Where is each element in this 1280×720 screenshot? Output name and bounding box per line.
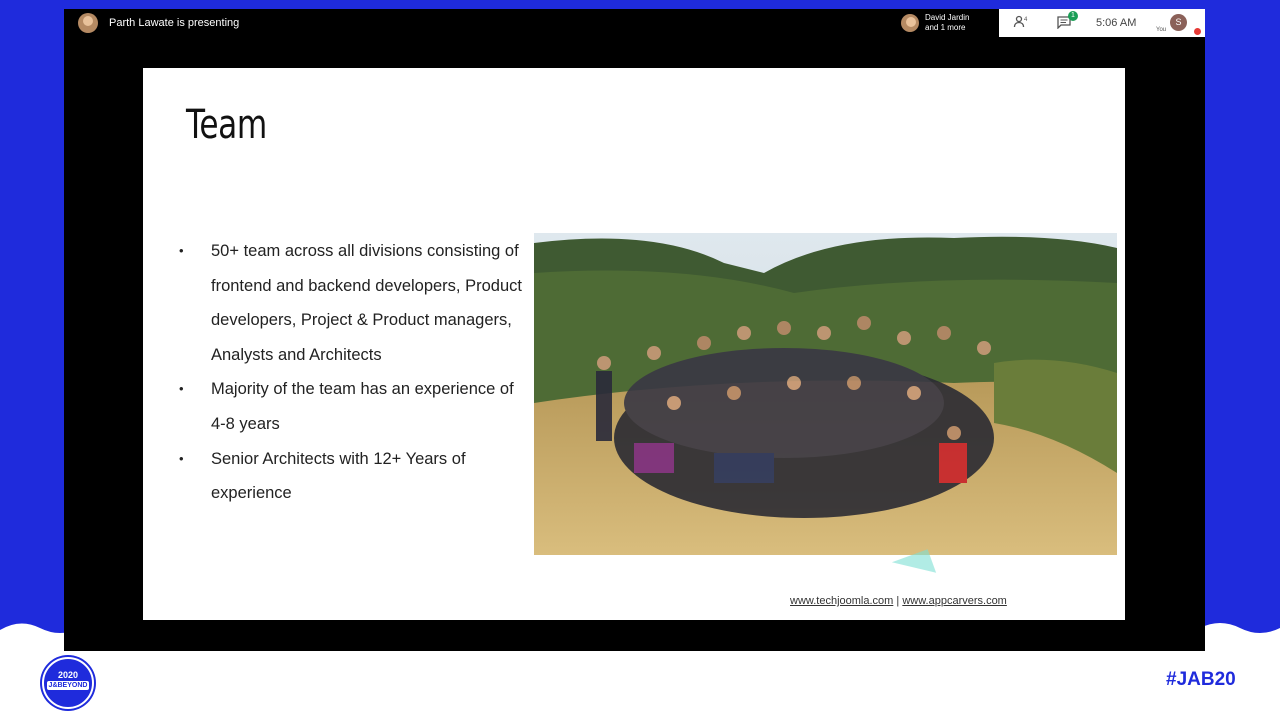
presenter-avatar — [78, 13, 98, 33]
bullet-list: 50+ team across all divisions consisting… — [179, 234, 527, 511]
user-label: You — [1156, 27, 1167, 33]
chat-badge: 1 — [1068, 11, 1078, 21]
techjoomla-link[interactable]: www.techjoomla.com — [790, 595, 893, 607]
chat-icon[interactable]: 1 — [1057, 11, 1078, 32]
presenter-indicator: Parth Lawate is presenting — [78, 13, 239, 33]
appcarvers-link[interactable]: www.appcarvers.com — [902, 595, 1007, 607]
bullet-item: Senior Architects with 12+ Years of expe… — [179, 442, 527, 511]
recording-dot-icon — [1194, 28, 1201, 35]
event-logo: 2020 J&BEYOND — [42, 657, 94, 709]
meeting-toolbar: 4 1 5:06 AM S You — [999, 9, 1205, 37]
logo-name: J&BEYOND — [47, 681, 89, 690]
participant-more: and 1 more — [925, 23, 966, 32]
people-icon[interactable]: 4 — [1013, 15, 1029, 32]
team-photo — [534, 233, 1117, 555]
meeting-window: Parth Lawate is presenting David Jardin … — [64, 9, 1205, 651]
slide-footer: www.techjoomla.com | www.appcarvers.com — [790, 595, 1007, 607]
slide-title: Team — [186, 102, 267, 148]
footer-separator: | — [893, 595, 903, 607]
bullet-item: Majority of the team has an experience o… — [179, 372, 527, 441]
presentation-slide: Team 50+ team across all divisions consi… — [143, 68, 1125, 620]
participant-avatar — [901, 14, 919, 32]
participants-count: 4 — [1024, 17, 1028, 23]
participant-tile[interactable]: David Jardin and 1 more — [901, 13, 969, 33]
participant-name: David Jardin — [925, 13, 970, 22]
bullet-item: 50+ team across all divisions consisting… — [179, 234, 527, 372]
event-hashtag: #JAB20 — [1166, 669, 1236, 690]
clock-time: 5:06 AM — [1096, 17, 1137, 29]
logo-year: 2020 — [57, 670, 79, 680]
user-avatar[interactable]: S — [1170, 14, 1187, 31]
presenter-text: Parth Lawate is presenting — [109, 17, 240, 29]
